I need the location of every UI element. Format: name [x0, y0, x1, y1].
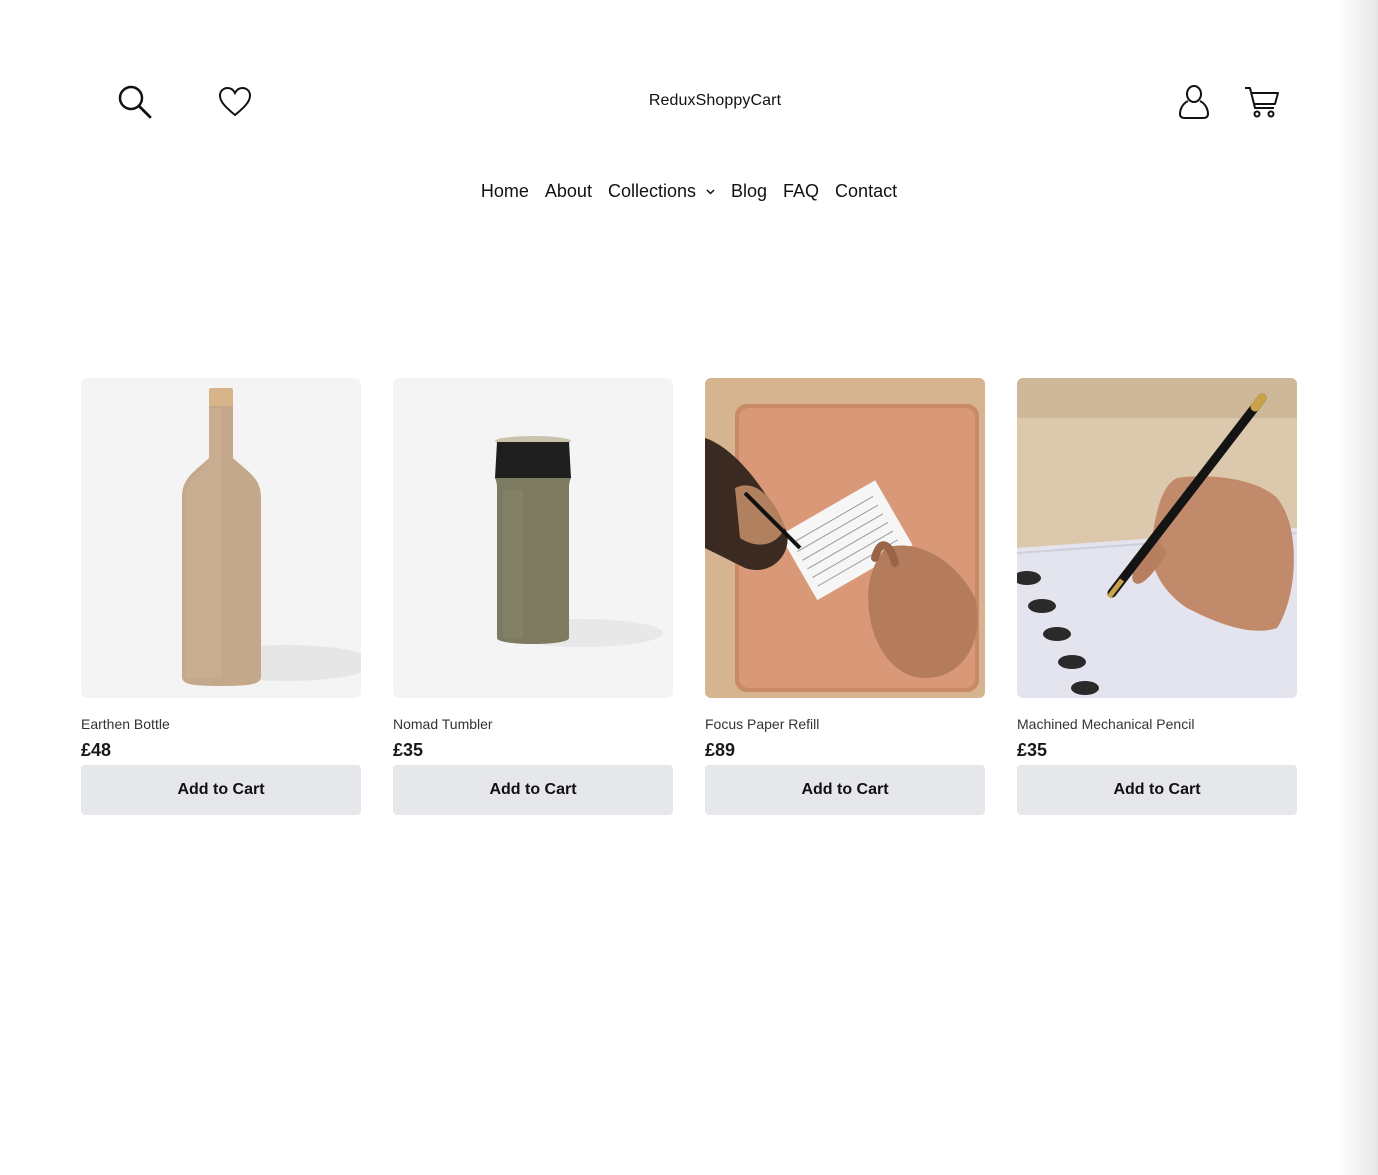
- nav-contact[interactable]: Contact: [835, 181, 897, 202]
- product-image-pencil[interactable]: [1017, 378, 1297, 698]
- product-grid: Earthen Bottle £48 Add to Cart Nomad Tum…: [81, 378, 1297, 815]
- product-card: Nomad Tumbler £35 Add to Cart: [393, 378, 673, 815]
- window-edge-shadow: [1338, 0, 1378, 1175]
- product-name[interactable]: Focus Paper Refill: [705, 716, 985, 732]
- product-name[interactable]: Earthen Bottle: [81, 716, 361, 732]
- product-price: £35: [393, 740, 424, 760]
- add-to-cart-button[interactable]: Add to Cart: [81, 765, 361, 815]
- product-name[interactable]: Machined Mechanical Pencil: [1017, 716, 1297, 732]
- nav-faq[interactable]: FAQ: [783, 181, 819, 202]
- product-price: £89: [705, 740, 736, 760]
- product-card: Earthen Bottle £48 Add to Cart: [81, 378, 361, 815]
- page: ReduxShoppyCart Home About Collections B…: [0, 0, 1378, 1175]
- user-icon[interactable]: [1172, 80, 1216, 124]
- product-image-paper-refill[interactable]: [705, 378, 985, 698]
- add-to-cart-button[interactable]: Add to Cart: [1017, 765, 1297, 815]
- chevron-down-icon: [706, 186, 715, 198]
- nav-blog[interactable]: Blog: [731, 181, 767, 202]
- product-image-bottle[interactable]: [81, 378, 361, 698]
- product-card: Focus Paper Refill £89 Add to Cart: [705, 378, 985, 815]
- nav-collections[interactable]: Collections: [608, 181, 715, 202]
- add-to-cart-button[interactable]: Add to Cart: [705, 765, 985, 815]
- nav-home[interactable]: Home: [481, 181, 529, 202]
- product-image-tumbler[interactable]: [393, 378, 673, 698]
- product-price: £35: [1017, 740, 1048, 760]
- product-card: Machined Mechanical Pencil £35 Add to Ca…: [1017, 378, 1297, 815]
- nav-about[interactable]: About: [545, 181, 592, 202]
- nav-collections-label: Collections: [607, 181, 696, 201]
- product-name[interactable]: Nomad Tumbler: [393, 716, 673, 732]
- main-nav: Home About Collections Blog FAQ Contact: [0, 181, 1378, 202]
- cart-icon[interactable]: [1240, 80, 1284, 124]
- add-to-cart-button[interactable]: Add to Cart: [393, 765, 673, 815]
- product-price: £48: [81, 740, 112, 760]
